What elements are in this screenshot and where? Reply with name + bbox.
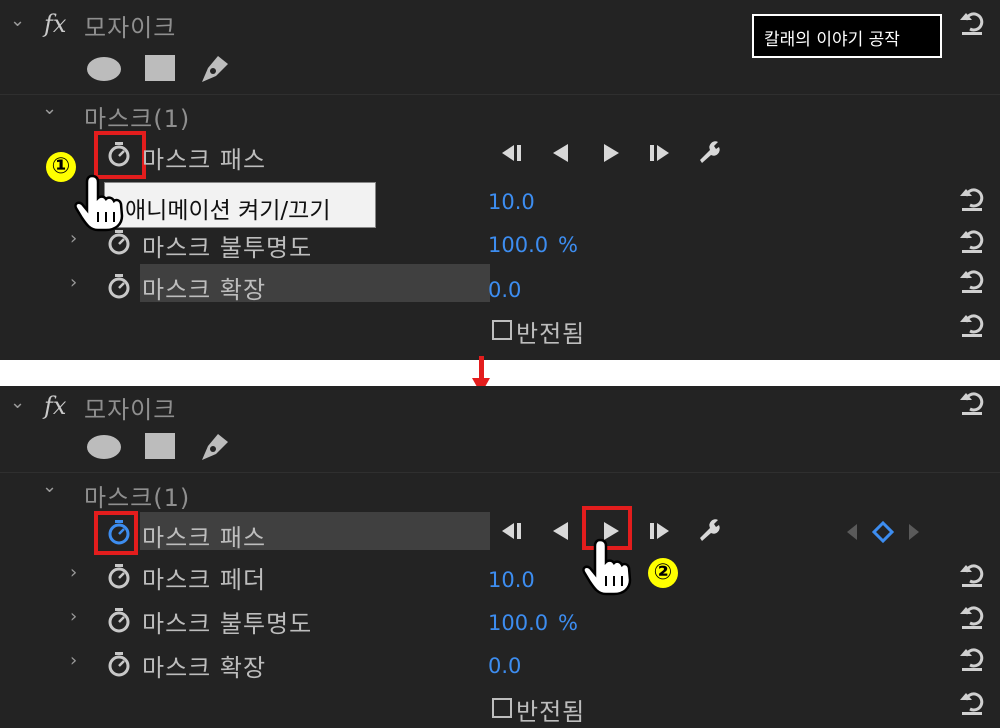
keyframe-prev-arrow-icon[interactable] [844,522,860,542]
keyframe-diamond-icon[interactable] [872,521,894,543]
stopwatch-icon[interactable] [106,272,132,300]
track-backward-icon[interactable] [548,520,574,542]
mask-feather-label: 마스크 페더 [142,566,267,594]
highlight-box [94,511,138,555]
chevron-right-icon[interactable]: › [70,228,77,249]
stopwatch-icon[interactable] [106,606,132,634]
prev-keyframe-icon[interactable] [500,142,526,164]
chevron-down-icon[interactable]: ⌄ [42,476,57,497]
fx-icon: fx [44,10,67,38]
opacity-value[interactable]: 100.0 [488,233,548,257]
chevron-right-icon[interactable]: › [70,272,77,293]
mask-opacity-label: 마스크 불투명도 [142,234,313,262]
mask-label: 마스크(1) [84,484,191,512]
mask-path-label: 마스크 패스 [142,146,267,174]
mask-path-label: 마스크 패스 [142,524,267,552]
feather-value[interactable]: 10.0 [488,190,535,214]
opacity-unit: % [558,233,578,257]
keyframe-next-arrow-icon[interactable] [906,522,922,542]
mask-label: 마스크(1) [84,105,191,133]
reset-icon[interactable] [958,226,986,254]
wrench-icon[interactable] [696,138,722,164]
reset-icon[interactable] [958,560,986,588]
effect-name: 모자이크 [84,396,177,424]
chevron-right-icon[interactable]: › [70,606,77,627]
stopwatch-icon[interactable] [106,562,132,590]
rectangle-mask-icon[interactable] [142,52,178,84]
inverted-label: 반전됨 [516,698,586,726]
mask-expansion-label: 마스크 확장 [142,276,267,304]
pen-mask-icon[interactable] [196,428,232,464]
prev-keyframe-icon[interactable] [500,520,526,542]
reset-icon[interactable] [958,602,986,630]
reset-icon[interactable] [958,8,986,36]
pointer-hand-icon [578,536,638,596]
watermark-text: 칼래의 이야기 공작 [764,30,900,50]
reset-icon[interactable] [958,644,986,672]
next-keyframe-icon[interactable] [646,142,672,164]
inverted-checkbox[interactable] [492,320,512,340]
expansion-value[interactable]: 0.0 [488,654,521,678]
track-forward-icon[interactable] [598,142,624,164]
effect-name: 모자이크 [84,14,177,42]
chevron-down-icon[interactable]: ⌄ [10,392,25,413]
fx-icon: fx [44,392,67,420]
wrench-icon[interactable] [696,516,722,542]
effect-controls-panel-before: ⌄ fx 모자이크 칼래의 이야기 공작 ⌄ 마스크(1) 마스크 패스 ① 애… [0,0,1000,360]
next-keyframe-icon[interactable] [646,520,672,542]
chevron-down-icon[interactable]: ⌄ [42,98,57,119]
stopwatch-icon[interactable] [106,650,132,678]
reset-icon[interactable] [958,388,986,416]
reset-icon[interactable] [958,310,986,338]
opacity-unit: % [558,611,578,635]
reset-icon[interactable] [958,688,986,716]
ellipse-mask-icon[interactable] [84,54,124,84]
watermark-box: 칼래의 이야기 공작 [752,14,942,58]
mask-opacity-label: 마스크 불투명도 [142,610,313,638]
inverted-label: 반전됨 [516,320,586,348]
pointer-hand-icon [70,172,130,232]
feather-value[interactable]: 10.0 [488,568,535,592]
ellipse-mask-icon[interactable] [84,432,124,462]
opacity-value[interactable]: 100.0 [488,611,548,635]
tooltip: 애니메이션 켜기/끄기 [104,182,376,228]
inverted-checkbox[interactable] [492,698,512,718]
tooltip-text: 애니메이션 켜기/끄기 [125,198,331,224]
mask-expansion-label: 마스크 확장 [142,654,267,682]
expansion-value[interactable]: 0.0 [488,278,521,302]
pen-mask-icon[interactable] [196,50,232,86]
step-2-badge: ② [648,558,678,588]
reset-icon[interactable] [958,266,986,294]
stopwatch-icon[interactable] [106,228,132,256]
chevron-down-icon[interactable]: ⌄ [10,10,25,31]
effect-controls-panel-after: ⌄ fx 모자이크 ⌄ 마스크(1) 마스크 패스 › 마스크 페더 10.0 … [0,386,1000,728]
chevron-right-icon[interactable]: › [70,650,77,671]
rectangle-mask-icon[interactable] [142,430,178,462]
reset-icon[interactable] [958,184,986,212]
chevron-right-icon[interactable]: › [70,562,77,583]
track-backward-icon[interactable] [548,142,574,164]
